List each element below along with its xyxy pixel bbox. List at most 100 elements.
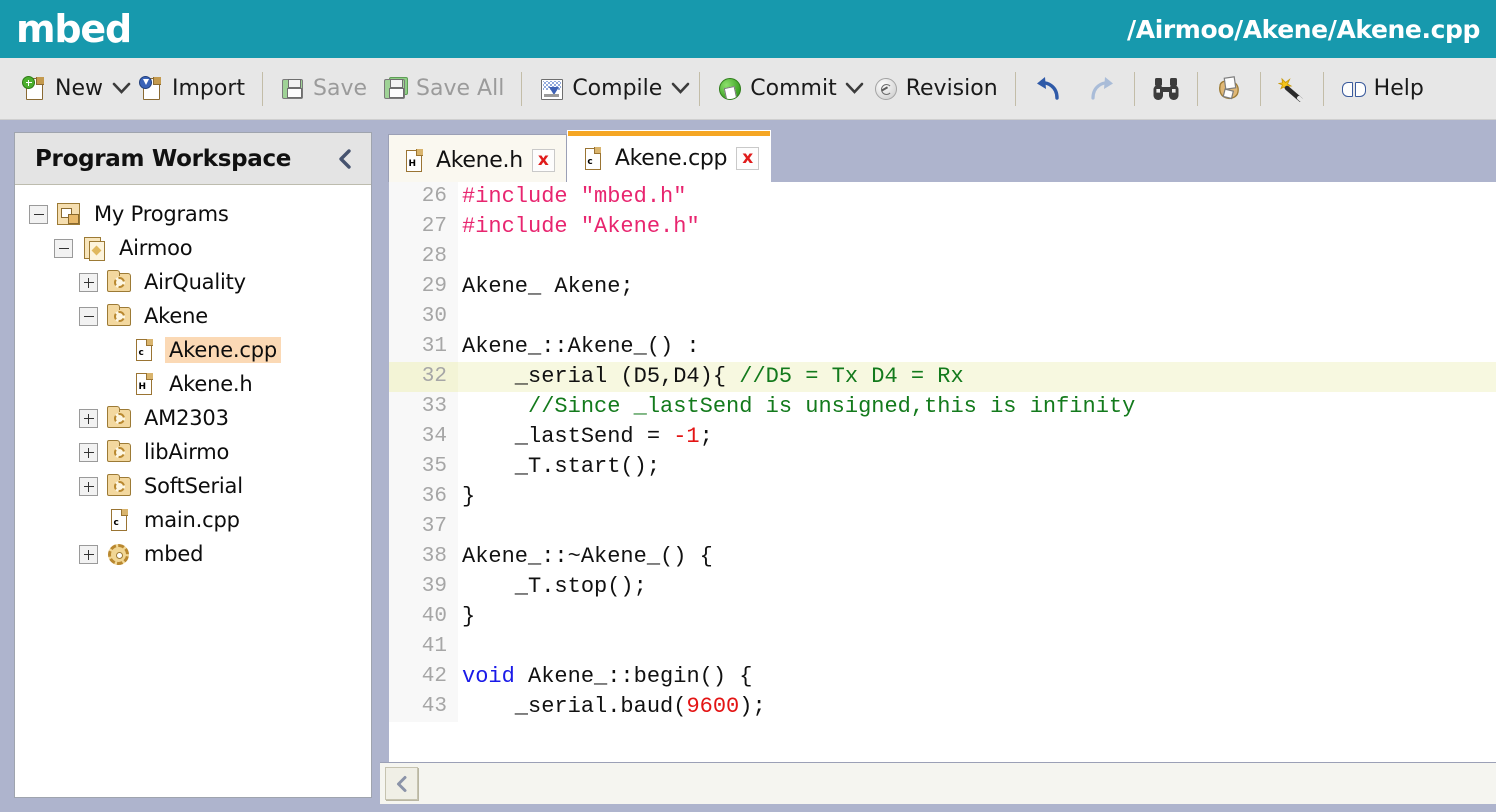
save-button[interactable]: Save xyxy=(272,66,375,112)
tree-item-label: Airmoo xyxy=(119,236,193,260)
tree-item-my-programs[interactable]: My Programs xyxy=(15,197,371,231)
toolbar-divider xyxy=(262,71,264,106)
library-icon xyxy=(106,440,132,464)
library-icon xyxy=(106,474,132,498)
code-line[interactable]: 34 _lastSend = -1; xyxy=(389,422,1496,452)
editor-tab-label: Akene.h xyxy=(436,148,523,173)
code-line[interactable]: 33 //Since _lastSend is unsigned,this is… xyxy=(389,392,1496,422)
commit-button[interactable]: Commit xyxy=(709,66,844,112)
compile-icon xyxy=(539,76,565,102)
tree-item-akene-cpp[interactable]: c Akene.cpp xyxy=(15,333,371,367)
code-line[interactable]: 38 Akene_::~Akene_() { xyxy=(389,542,1496,572)
line-number: 43 xyxy=(389,692,458,722)
undo-button[interactable] xyxy=(1025,66,1075,112)
tree-item-airmoo[interactable]: Airmoo xyxy=(15,231,371,265)
code-line[interactable]: 37 xyxy=(389,512,1496,542)
expand-icon[interactable] xyxy=(79,476,98,496)
gear-icon xyxy=(106,542,132,566)
code-line[interactable]: 36} xyxy=(389,482,1496,512)
code-text: _serial (D5,D4){ //D5 = Tx D4 = Rx xyxy=(462,364,964,389)
tree-item-akene-h[interactable]: H Akene.h xyxy=(15,367,371,401)
tree-item-label: AM2303 xyxy=(144,406,229,430)
expand-icon[interactable] xyxy=(79,442,98,462)
code-line[interactable]: 32 _serial (D5,D4){ //D5 = Tx D4 = Rx xyxy=(389,362,1496,392)
expand-icon[interactable] xyxy=(79,408,98,428)
toolbar-divider xyxy=(1133,71,1135,106)
code-text: } xyxy=(462,604,476,629)
tree-item-libairmo[interactable]: libAirmo xyxy=(15,435,371,469)
code-text: _serial.baud(9600); xyxy=(462,694,766,719)
code-lines[interactable]: 26 #include "mbed.h" 27 #include "Akene.h" 2… xyxy=(389,182,1496,762)
line-number: 36 xyxy=(389,482,458,512)
status-collapse-button[interactable] xyxy=(385,767,418,800)
collapse-icon[interactable] xyxy=(79,306,98,326)
gutter-left-edge xyxy=(380,182,389,762)
tree-item-label: libAirmo xyxy=(144,440,230,464)
code-line[interactable]: 41 xyxy=(389,632,1496,662)
close-tab-button[interactable]: x xyxy=(531,149,555,172)
code-line[interactable]: 31 Akene_::Akene_() : xyxy=(389,332,1496,362)
collapse-icon[interactable] xyxy=(54,238,73,258)
code-editor-panel: H Akene.h x c Akene.cpp x 26 #include "mbed.h"… xyxy=(380,126,1496,812)
format-button[interactable] xyxy=(1270,66,1314,112)
new-dropdown-caret[interactable] xyxy=(111,69,131,109)
code-text: Akene_::Akene_() : xyxy=(462,334,700,359)
code-line[interactable]: 40} xyxy=(389,602,1496,632)
code-line[interactable]: 30 xyxy=(389,302,1496,332)
line-number: 42 xyxy=(389,662,458,692)
toolbar-divider xyxy=(521,71,523,106)
redo-button[interactable] xyxy=(1075,66,1125,112)
tree-item-main-cpp[interactable]: c main.cpp xyxy=(15,503,371,537)
compile-button[interactable]: Compile xyxy=(531,66,670,112)
program-tree: My Programs Airmoo AirQuality Akene c Akene.c… xyxy=(15,185,371,571)
expand-icon[interactable] xyxy=(79,544,98,564)
help-button[interactable]: Help xyxy=(1333,66,1432,112)
code-line[interactable]: 39 _T.stop(); xyxy=(389,572,1496,602)
find-button[interactable] xyxy=(1144,66,1188,112)
tree-item-softserial[interactable]: SoftSerial xyxy=(15,469,371,503)
editor-tab-akene-h[interactable]: H Akene.h x xyxy=(388,134,567,186)
revision-button-label: Revision xyxy=(905,76,998,101)
code-line[interactable]: 26 #include "mbed.h" xyxy=(389,182,1496,212)
import-button-label: Import xyxy=(172,76,246,101)
code-line[interactable]: 28 xyxy=(389,242,1496,272)
tree-item-label: Akene.cpp xyxy=(165,337,282,363)
save-all-button-label: Save All xyxy=(416,76,505,101)
cpp-file-icon: c xyxy=(131,338,157,362)
save-all-button[interactable]: Save All xyxy=(375,66,512,112)
header-file-icon: H xyxy=(401,149,427,173)
line-number: 39 xyxy=(389,572,458,602)
tree-item-akene[interactable]: Akene xyxy=(15,299,371,333)
expand-icon[interactable] xyxy=(79,272,98,292)
tree-item-am2303[interactable]: AM2303 xyxy=(15,401,371,435)
tree-item-mbed[interactable]: mbed xyxy=(15,537,371,571)
editor-bottom-edge xyxy=(380,804,1496,812)
revision-icon xyxy=(873,76,899,102)
collapse-sidebar-button[interactable] xyxy=(333,147,357,171)
tree-item-airquality[interactable]: AirQuality xyxy=(15,265,371,299)
code-view[interactable]: 26 #include "mbed.h" 27 #include "Akene.h" 2… xyxy=(380,182,1496,762)
code-line[interactable]: 43 _serial.baud(9600); xyxy=(389,692,1496,722)
editor-tab-strip: H Akene.h x c Akene.cpp x xyxy=(380,126,1496,186)
tree-item-label: Akene xyxy=(144,304,208,328)
export-button[interactable] xyxy=(1207,66,1251,112)
close-tab-button[interactable]: x xyxy=(736,147,760,170)
editor-tab-akene-cpp[interactable]: c Akene.cpp x xyxy=(566,130,772,186)
editor-status-bar xyxy=(380,762,1496,804)
revision-button[interactable]: Revision xyxy=(865,66,1006,112)
new-button[interactable]: New xyxy=(14,66,111,112)
collapse-icon[interactable] xyxy=(29,204,48,224)
code-text: } xyxy=(462,484,476,509)
code-line[interactable]: 35 _T.start(); xyxy=(389,452,1496,482)
line-number: 33 xyxy=(389,392,458,422)
code-line[interactable]: 27 #include "Akene.h" xyxy=(389,212,1496,242)
code-line[interactable]: 42 void Akene_::begin() { xyxy=(389,662,1496,692)
chevron-left-icon xyxy=(396,775,406,792)
help-book-icon xyxy=(1341,76,1367,102)
commit-dropdown-caret[interactable] xyxy=(845,69,865,109)
compile-dropdown-caret[interactable] xyxy=(670,69,690,109)
code-text: #include "mbed.h" xyxy=(462,184,687,209)
import-button[interactable]: Import xyxy=(131,66,253,112)
tree-toggle-spacer xyxy=(104,375,123,394)
code-line[interactable]: 29 Akene_ Akene; xyxy=(389,272,1496,302)
